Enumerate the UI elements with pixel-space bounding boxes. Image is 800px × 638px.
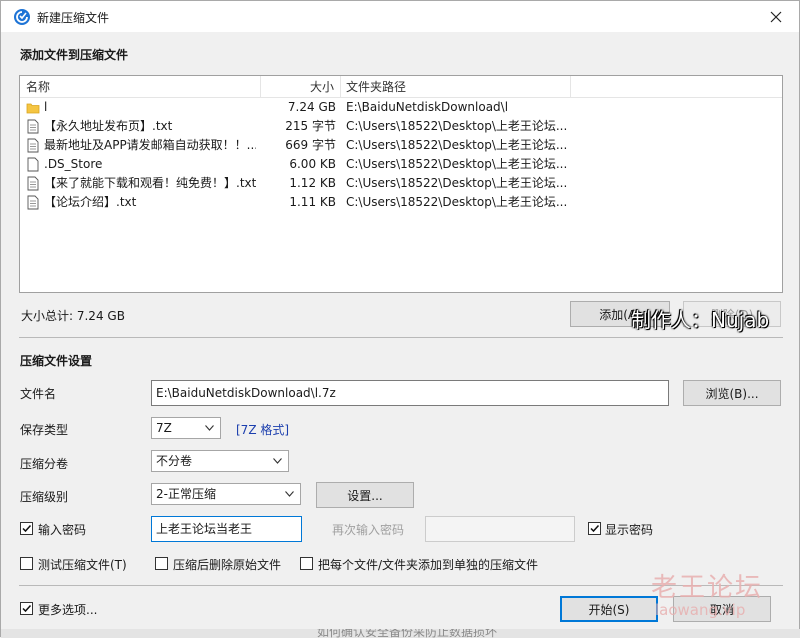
file-path: C:\Users\18522\Desktop\上老王论坛... (346, 176, 568, 190)
file-size: 7.24 GB (287, 100, 336, 114)
files-section-title: 添加文件到压缩文件 (20, 48, 129, 62)
list-item[interactable]: 最新地址及APP请发邮箱自动获取！！... 669 字节 C:\Users\18… (20, 136, 782, 155)
file-name: .DS_Store (44, 157, 103, 171)
file-size: 669 字节 (285, 138, 336, 152)
separate-archives-label: 把每个文件/文件夹添加到单独的压缩文件 (318, 558, 539, 572)
browse-button[interactable]: 浏览(B)... (683, 380, 781, 406)
document-icon (27, 119, 39, 134)
close-button[interactable] (753, 1, 799, 32)
total-size: 大小总计: 7.24 GB (21, 309, 125, 323)
chevron-down-icon (273, 458, 282, 464)
new-archive-dialog: 新建压缩文件 添加文件到压缩文件 名称 大小 文件夹路径 l 7.24 GB E… (0, 0, 800, 638)
file-size: 1.12 KB (289, 176, 336, 190)
title-bar: 新建压缩文件 (1, 1, 799, 32)
file-name: 【永久地址发布页】.txt (44, 119, 173, 133)
test-archive-checkbox[interactable] (20, 557, 33, 570)
more-options-label: 更多选项... (38, 603, 98, 617)
chevron-down-icon (285, 491, 294, 497)
list-item[interactable]: 【论坛介绍】.txt 1.11 KB C:\Users\18522\Deskto… (20, 193, 782, 212)
file-path: C:\Users\18522\Desktop\上老王论坛... (346, 119, 568, 133)
folder-icon (26, 103, 40, 114)
document-icon (27, 176, 39, 191)
filename-label: 文件名 (20, 387, 57, 401)
show-password-label: 显示密码 (605, 523, 654, 537)
checkmark-icon (22, 604, 32, 613)
file-size: 6.00 KB (289, 157, 336, 171)
file-path: C:\Users\18522\Desktop\上老王论坛... (346, 157, 568, 171)
window-title: 新建压缩文件 (37, 11, 110, 25)
list-item[interactable]: .DS_Store 6.00 KB C:\Users\18522\Desktop… (20, 155, 782, 174)
test-archive-label: 测试压缩文件(T) (38, 558, 127, 572)
settings-section-title: 压缩文件设置 (20, 354, 93, 368)
file-list-header: 名称 大小 文件夹路径 (20, 76, 782, 98)
file-name: 【来了就能下载和观看！纯免费！】.txt (44, 176, 256, 190)
settings-button[interactable]: 设置... (316, 482, 414, 508)
file-name: 最新地址及APP请发邮箱自动获取！！... (44, 138, 256, 152)
type-label: 保存类型 (20, 423, 69, 437)
more-options-checkbox[interactable] (20, 602, 33, 615)
forum-url-watermark: laowang.vip (655, 601, 746, 619)
start-button[interactable]: 开始(S) (560, 596, 658, 622)
level-select-value: 2-正常压缩 (156, 487, 216, 501)
level-label: 压缩级别 (20, 490, 69, 504)
list-item[interactable]: 【来了就能下载和观看！纯免费！】.txt 1.12 KB C:\Users\18… (20, 174, 782, 193)
document-icon (27, 138, 39, 153)
type-select[interactable]: 7Z (151, 417, 221, 439)
split-select-value: 不分卷 (156, 454, 193, 468)
split-select[interactable]: 不分卷 (151, 450, 289, 472)
document-icon (27, 195, 39, 210)
file-path: E:\BaiduNetdiskDownload\l (346, 100, 509, 114)
column-size-header[interactable]: 大小 (260, 76, 340, 98)
level-select[interactable]: 2-正常压缩 (151, 483, 301, 505)
filename-field[interactable]: E:\BaiduNetdiskDownload\l.7z (151, 380, 669, 406)
separator (19, 337, 783, 338)
delete-after-label: 压缩后删除原始文件 (173, 558, 282, 572)
show-password-checkbox[interactable] (588, 522, 601, 535)
file-path: C:\Users\18522\Desktop\上老王论坛... (346, 138, 568, 152)
separate-archives-checkbox[interactable] (300, 557, 313, 570)
file-size: 1.11 KB (289, 195, 336, 209)
checkmark-icon (590, 524, 600, 533)
reenter-password-label: 再次输入密码 (332, 523, 405, 537)
close-icon (770, 11, 782, 22)
file-name: 【论坛介绍】.txt (44, 195, 137, 209)
split-label: 压缩分卷 (20, 457, 69, 471)
chevron-down-icon (205, 425, 214, 431)
type-select-value: 7Z (156, 421, 172, 435)
password-checkbox-label: 输入密码 (38, 523, 87, 537)
password-field[interactable]: 上老王论坛当老王 (151, 516, 302, 542)
blank-file-icon (27, 157, 39, 172)
format-link[interactable]: [7Z 格式] (236, 421, 289, 438)
password-checkbox[interactable] (20, 522, 33, 535)
file-list[interactable]: 名称 大小 文件夹路径 l 7.24 GB E:\BaiduNetdiskDow… (19, 75, 783, 293)
column-name-header[interactable]: 名称 (20, 76, 260, 98)
delete-after-checkbox[interactable] (155, 557, 168, 570)
reenter-password-field[interactable] (425, 516, 575, 542)
checkmark-icon (22, 524, 32, 533)
credit-watermark: 制作人：Nujab (631, 308, 770, 332)
file-path: C:\Users\18522\Desktop\上老王论坛... (346, 195, 568, 209)
file-name: l (44, 100, 48, 114)
archive-app-icon (14, 9, 30, 25)
file-size: 215 字节 (285, 119, 336, 133)
list-item[interactable]: 【永久地址发布页】.txt 215 字节 C:\Users\18522\Desk… (20, 117, 782, 136)
forum-logo-watermark: 老王论坛 (651, 573, 764, 603)
list-item[interactable]: l 7.24 GB E:\BaiduNetdiskDownload\l (20, 98, 782, 117)
column-path-header[interactable]: 文件夹路径 (340, 76, 570, 98)
